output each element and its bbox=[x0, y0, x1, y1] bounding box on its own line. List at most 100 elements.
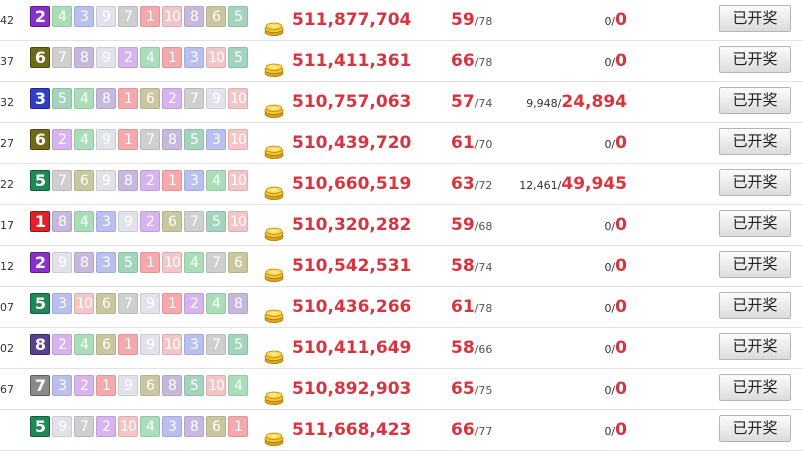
winner-count-value: 65 bbox=[451, 379, 475, 399]
prize-amount-small: 0/ bbox=[604, 138, 616, 151]
drawn-status-button[interactable]: 已开奖 bbox=[719, 251, 791, 278]
number-ball: 10 bbox=[206, 47, 226, 68]
number-ball: 8 bbox=[52, 211, 72, 232]
number-ball: 5 bbox=[184, 129, 204, 150]
number-ball: 3 bbox=[184, 334, 204, 355]
number-ball: 8 bbox=[184, 416, 204, 437]
number-ball: 4 bbox=[228, 375, 248, 396]
winner-count-total: /74 bbox=[474, 261, 493, 274]
prize-amount-big: 0 bbox=[615, 420, 627, 440]
winner-count-value: 59 bbox=[451, 215, 475, 235]
number-ball: 4 bbox=[206, 293, 226, 314]
drawn-status-button[interactable]: 已开奖 bbox=[719, 415, 791, 442]
table-row: 17 1 8 4 3 9 2 6 7 5 10 510,320,282 59/68 0/0 已开奖 bbox=[0, 205, 803, 246]
number-ball: 4 bbox=[74, 334, 94, 355]
table-row: 22 5 7 6 9 8 2 1 3 4 10 510,660,519 63/72 12,461/… bbox=[0, 164, 803, 205]
gold-coins-icon bbox=[264, 145, 284, 159]
number-ball: 5 bbox=[30, 416, 50, 437]
prize-amount-big: 0 bbox=[615, 10, 627, 30]
number-ball: 3 bbox=[96, 252, 116, 273]
number-ball: 5 bbox=[30, 293, 50, 314]
table-row: 07 5 3 10 6 7 9 1 2 4 8 510,436,266 61/78 0/0 已开奖 bbox=[0, 287, 803, 328]
prize-amount: 0/0 bbox=[604, 297, 627, 317]
number-ball: 4 bbox=[74, 129, 94, 150]
drawn-status-button[interactable]: 已开奖 bbox=[719, 169, 791, 196]
winner-count: 59/78 bbox=[451, 10, 492, 30]
number-ball: 9 bbox=[96, 6, 116, 27]
prize-amount-small: 0/ bbox=[604, 220, 616, 233]
ball-sequence: 2 9 8 3 5 1 10 4 7 6 bbox=[30, 252, 250, 276]
drawn-status-button[interactable]: 已开奖 bbox=[719, 128, 791, 155]
number-ball: 1 bbox=[228, 416, 248, 437]
table-row: 32 3 5 4 8 1 6 2 7 9 10 510,757,063 57/74 9,948/2… bbox=[0, 82, 803, 123]
winner-count-total: /74 bbox=[474, 97, 493, 110]
winner-count: 66/77 bbox=[451, 420, 492, 440]
drawn-status-button[interactable]: 已开奖 bbox=[719, 333, 791, 360]
number-ball: 5 bbox=[228, 47, 248, 68]
ball-sequence: 6 7 8 9 2 4 1 3 10 5 bbox=[30, 47, 250, 71]
number-ball: 7 bbox=[52, 170, 72, 191]
winner-count-value: 61 bbox=[451, 297, 475, 317]
prize-amount-big: 0 bbox=[615, 133, 627, 153]
number-ball: 9 bbox=[96, 170, 116, 191]
gold-coins-icon bbox=[264, 227, 284, 241]
winner-count: 66/78 bbox=[451, 51, 492, 71]
prize-amount: 0/0 bbox=[604, 420, 627, 440]
drawn-status-button[interactable]: 已开奖 bbox=[719, 5, 791, 32]
number-ball: 2 bbox=[52, 129, 72, 150]
number-ball: 7 bbox=[118, 6, 138, 27]
ball-sequence: 1 8 4 3 9 2 6 7 5 10 bbox=[30, 211, 250, 235]
ball-sequence: 8 2 4 6 1 9 10 3 7 5 bbox=[30, 334, 250, 358]
number-ball: 6 bbox=[206, 416, 226, 437]
issue-number: 22 bbox=[0, 178, 14, 191]
drawn-status-button[interactable]: 已开奖 bbox=[719, 292, 791, 319]
number-ball: 1 bbox=[96, 375, 116, 396]
winner-count-value: 59 bbox=[451, 10, 475, 30]
winner-count-total: /78 bbox=[474, 56, 493, 69]
drawn-status-button[interactable]: 已开奖 bbox=[719, 46, 791, 73]
number-ball: 10 bbox=[162, 334, 182, 355]
number-ball: 8 bbox=[74, 252, 94, 273]
number-ball: 5 bbox=[118, 252, 138, 273]
winner-count-value: 63 bbox=[451, 174, 475, 194]
gold-coins-icon bbox=[264, 350, 284, 364]
prize-amount-big: 0 bbox=[615, 256, 627, 276]
table-row: 5 9 7 2 10 4 3 8 6 1 511,668,423 66/77 0/0 已开奖 bbox=[0, 410, 803, 451]
number-ball: 9 bbox=[52, 416, 72, 437]
prize-amount: 9,948/24,894 bbox=[526, 92, 627, 112]
number-ball: 4 bbox=[74, 88, 94, 109]
winner-count-value: 66 bbox=[451, 51, 475, 71]
number-ball: 6 bbox=[206, 6, 226, 27]
prize-amount-big: 0 bbox=[615, 338, 627, 358]
issue-number: 27 bbox=[0, 137, 14, 150]
prize-amount: 0/0 bbox=[604, 256, 627, 276]
number-ball: 8 bbox=[30, 334, 50, 355]
number-ball: 9 bbox=[140, 293, 160, 314]
winner-count: 57/74 bbox=[451, 92, 492, 112]
number-ball: 1 bbox=[162, 293, 182, 314]
prize-pool-amount: 510,320,282 bbox=[292, 215, 412, 235]
ball-sequence: 6 2 4 9 1 7 8 5 3 10 bbox=[30, 129, 250, 153]
ball-sequence: 3 5 4 8 1 6 2 7 9 10 bbox=[30, 88, 250, 112]
number-ball: 9 bbox=[52, 252, 72, 273]
number-ball: 6 bbox=[30, 129, 50, 150]
drawn-status-button[interactable]: 已开奖 bbox=[719, 210, 791, 237]
prize-pool-amount: 510,892,903 bbox=[292, 379, 412, 399]
winner-count: 63/72 bbox=[451, 174, 492, 194]
drawn-status-button[interactable]: 已开奖 bbox=[719, 87, 791, 114]
drawn-status-button[interactable]: 已开奖 bbox=[719, 374, 791, 401]
number-ball: 2 bbox=[74, 375, 94, 396]
winner-count-total: /75 bbox=[474, 384, 493, 397]
winner-count-total: /66 bbox=[474, 343, 493, 356]
gold-coins-icon bbox=[264, 309, 284, 323]
number-ball: 10 bbox=[74, 293, 94, 314]
number-ball: 2 bbox=[30, 252, 50, 273]
number-ball: 1 bbox=[118, 88, 138, 109]
number-ball: 7 bbox=[140, 129, 160, 150]
prize-pool-amount: 510,660,519 bbox=[292, 174, 412, 194]
number-ball: 7 bbox=[74, 416, 94, 437]
winner-count-value: 61 bbox=[451, 133, 475, 153]
number-ball: 9 bbox=[118, 211, 138, 232]
table-row: 67 7 3 2 1 9 6 8 5 10 4 510,892,903 65/75 0/0 已开奖 bbox=[0, 369, 803, 410]
gold-coins-icon bbox=[264, 104, 284, 118]
